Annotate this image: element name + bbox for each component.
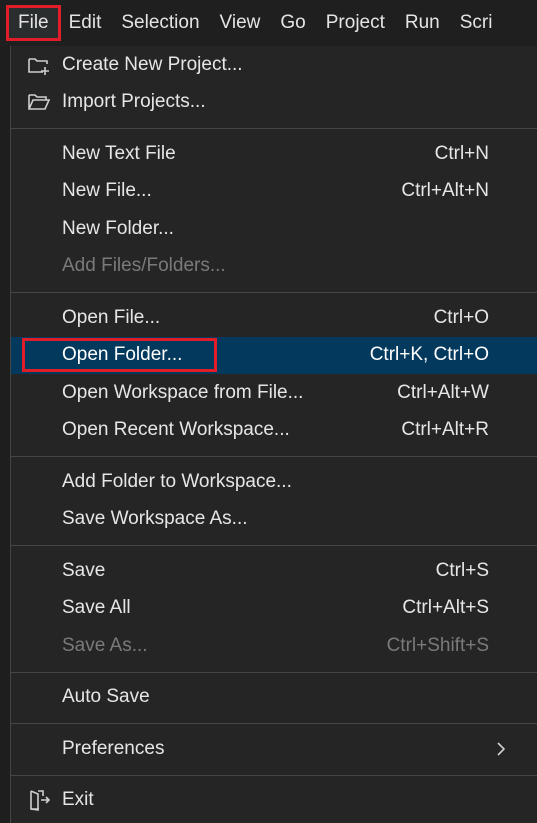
menu-item-label: Exit xyxy=(62,789,94,811)
menu-bar: File Edit Selection View Go Project Run … xyxy=(0,0,537,46)
menu-item-label: New Text File xyxy=(62,142,176,164)
menu-item-label: Save Workspace As... xyxy=(62,508,248,530)
menu-group-new: New Text File Ctrl+N New File... Ctrl+Al… xyxy=(11,135,537,285)
new-folder-item[interactable]: New Folder... xyxy=(11,210,537,248)
menu-edit[interactable]: Edit xyxy=(59,7,112,39)
menu-item-label: Save xyxy=(62,559,106,581)
menu-separator xyxy=(11,671,537,673)
menu-group-autosave: Auto Save xyxy=(11,679,537,717)
file-menu-dropdown: Create New Project... Import Projects...… xyxy=(10,46,537,823)
open-folder-item[interactable]: Open Folder... Ctrl+K, Ctrl+O xyxy=(11,336,537,374)
save-item[interactable]: Save Ctrl+S xyxy=(11,552,537,590)
menu-item-label: New File... xyxy=(62,180,152,202)
menu-group-open: Open File... Ctrl+O Open Folder... Ctrl+… xyxy=(11,299,537,449)
menu-item-label: Open Recent Workspace... xyxy=(62,419,290,441)
menu-file[interactable]: File xyxy=(6,5,61,41)
menu-separator xyxy=(11,292,537,293)
add-files-folders-item: Add Files/Folders... xyxy=(11,248,537,286)
open-recent-workspace-item[interactable]: Open Recent Workspace... Ctrl+Alt+R xyxy=(11,412,537,450)
import-projects-item[interactable]: Import Projects... xyxy=(11,84,537,122)
menu-item-shortcut: Ctrl+Alt+R xyxy=(401,419,489,441)
menu-item-label: Open Folder... xyxy=(62,344,183,366)
menu-item-shortcut: Ctrl+N xyxy=(434,142,489,164)
menu-item-label: Save All xyxy=(62,597,131,619)
new-project-icon xyxy=(27,54,51,76)
menu-item-label: Add Folder to Workspace... xyxy=(62,470,292,492)
save-workspace-as-item[interactable]: Save Workspace As... xyxy=(11,501,537,539)
menu-separator xyxy=(11,456,537,457)
new-text-file-item[interactable]: New Text File Ctrl+N xyxy=(11,135,537,173)
exit-icon xyxy=(27,789,51,812)
menu-item-label: Preferences xyxy=(62,737,165,759)
preferences-item[interactable]: Preferences xyxy=(11,730,537,768)
menu-item-label: New Folder... xyxy=(62,217,174,239)
menu-separator xyxy=(11,128,537,129)
menu-view[interactable]: View xyxy=(210,7,271,39)
add-folder-to-workspace-item[interactable]: Add Folder to Workspace... xyxy=(11,463,537,501)
save-as-item: Save As... Ctrl+Shift+S xyxy=(11,627,537,665)
open-workspace-from-file-item[interactable]: Open Workspace from File... Ctrl+Alt+W xyxy=(11,374,537,412)
menu-separator xyxy=(11,774,537,776)
menu-project[interactable]: Project xyxy=(316,7,395,39)
create-new-project-item[interactable]: Create New Project... xyxy=(11,46,537,84)
menu-group-preferences: Preferences xyxy=(11,730,537,768)
menu-item-label: Add Files/Folders... xyxy=(62,255,226,277)
menu-separator xyxy=(11,545,537,546)
menu-group-workspace: Add Folder to Workspace... Save Workspac… xyxy=(11,463,537,538)
menu-separator xyxy=(11,723,537,724)
exit-item[interactable]: Exit xyxy=(11,782,537,820)
menu-item-label: Import Projects... xyxy=(62,91,206,113)
menu-item-shortcut: Ctrl+K, Ctrl+O xyxy=(369,344,489,366)
menu-group-project: Create New Project... Import Projects... xyxy=(11,46,537,121)
menu-group-save: Save Ctrl+S Save All Ctrl+Alt+S Save As.… xyxy=(11,552,537,665)
menu-item-label: Create New Project... xyxy=(62,53,243,75)
menu-item-shortcut: Ctrl+O xyxy=(433,306,489,328)
menu-run[interactable]: Run xyxy=(395,7,450,39)
menu-item-shortcut: Ctrl+Alt+S xyxy=(402,597,489,619)
menu-item-shortcut: Ctrl+S xyxy=(435,559,489,581)
folder-open-icon xyxy=(27,91,51,113)
menu-item-label: Open File... xyxy=(62,306,161,328)
menu-item-label: Save As... xyxy=(62,634,148,656)
auto-save-item[interactable]: Auto Save xyxy=(11,679,537,717)
menu-go[interactable]: Go xyxy=(270,7,315,39)
menu-item-shortcut: Ctrl+Alt+W xyxy=(397,381,489,403)
new-file-item[interactable]: New File... Ctrl+Alt+N xyxy=(11,173,537,211)
menu-item-label: Auto Save xyxy=(62,686,150,708)
menu-item-label: Open Workspace from File... xyxy=(62,381,304,403)
menu-item-shortcut: Ctrl+Alt+N xyxy=(401,180,489,202)
menu-selection[interactable]: Selection xyxy=(111,7,209,39)
open-file-item[interactable]: Open File... Ctrl+O xyxy=(11,299,537,337)
save-all-item[interactable]: Save All Ctrl+Alt+S xyxy=(11,590,537,628)
menu-group-exit: Exit xyxy=(11,782,537,820)
menu-script-truncated[interactable]: Scri xyxy=(450,7,503,39)
chevron-right-icon xyxy=(495,741,507,757)
menu-item-shortcut: Ctrl+Shift+S xyxy=(386,634,489,656)
